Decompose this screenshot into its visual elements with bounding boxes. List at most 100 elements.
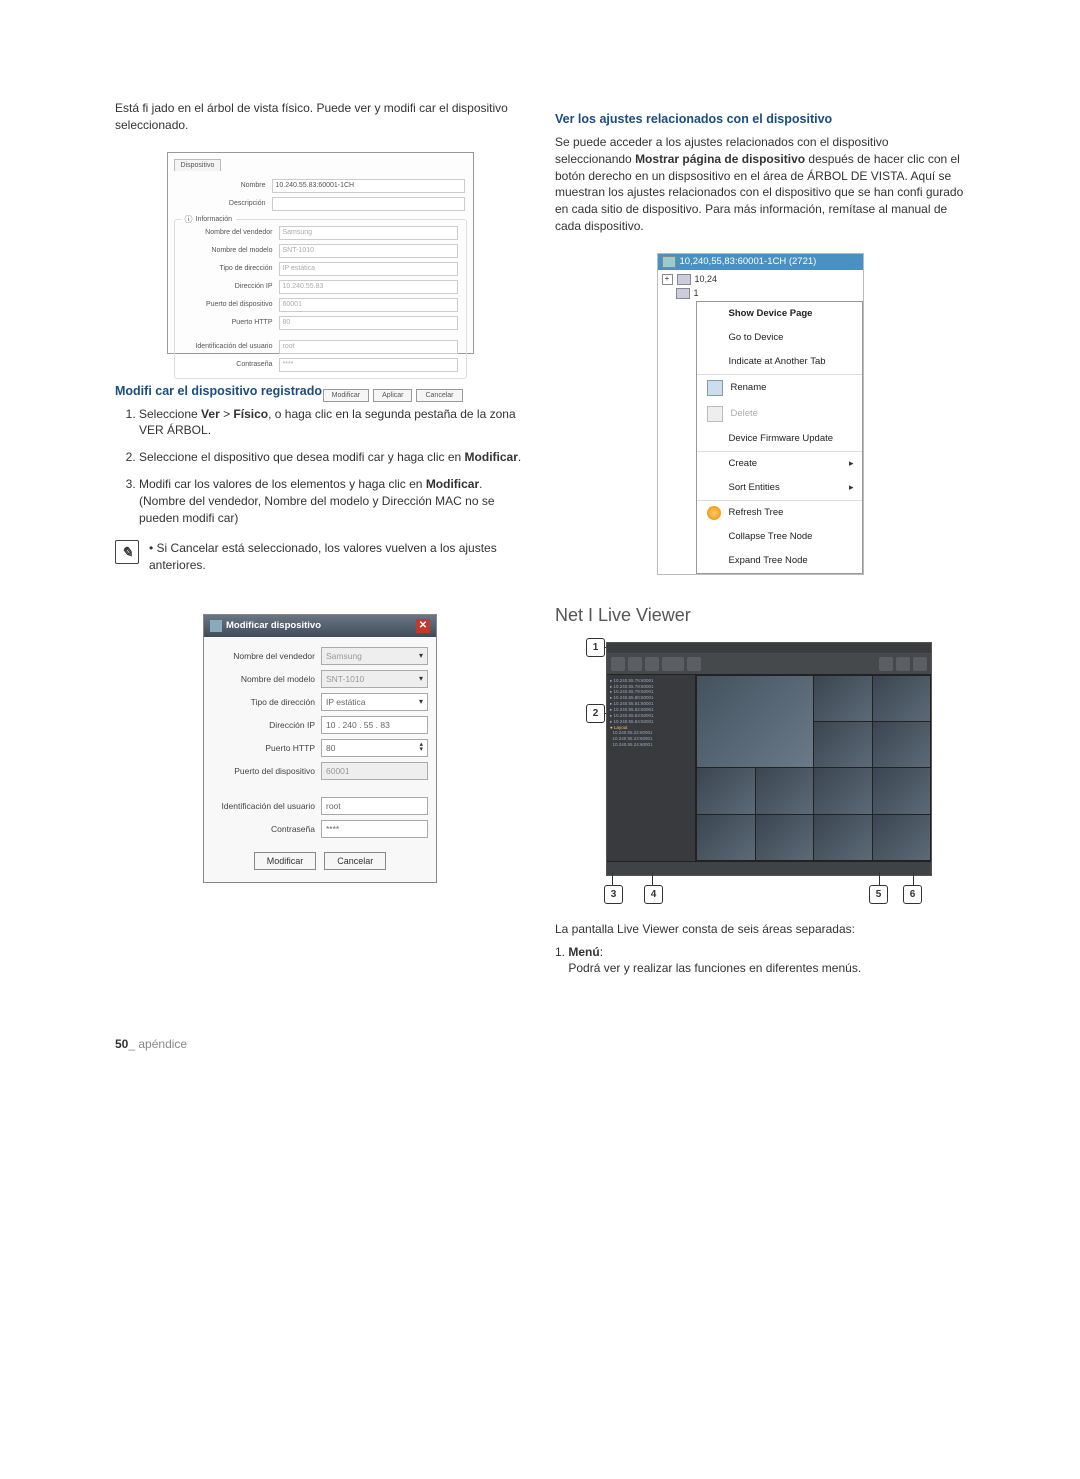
menu-show-device-page[interactable]: Show Device Page <box>697 302 862 326</box>
model-label: Nombre del modelo <box>183 247 279 254</box>
video-cell[interactable] <box>814 722 872 767</box>
d-model-field: SNT-1010▾ <box>321 670 428 688</box>
step3-modificar: Modificar <box>426 477 479 491</box>
spinner-icon[interactable]: ▴▾ <box>419 743 423 753</box>
toolbar-button[interactable] <box>611 657 625 671</box>
step3-a: Modifi car los valores de los elementos … <box>139 477 426 491</box>
menu-rename[interactable]: Rename <box>697 375 862 401</box>
model-field: SNT-1010 <box>279 244 458 258</box>
d-http-label: Puerto HTTP <box>212 743 321 753</box>
step1-ver: Ver <box>201 407 220 421</box>
addrtype-field: IP estática <box>279 262 458 276</box>
view-settings-text: Se puede acceder a los ajustes relaciona… <box>555 134 965 235</box>
callout-1: 1 <box>586 638 605 657</box>
video-cell[interactable] <box>697 815 755 860</box>
apply-button[interactable]: Aplicar <box>373 389 412 402</box>
modify-heading: Modifi car el dispositivo registrado <box>115 384 525 398</box>
dialog-modify-button[interactable]: Modificar <box>254 852 317 870</box>
dialog-cancel-button[interactable]: Cancelar <box>324 852 386 870</box>
step1-fisico: Físico <box>233 407 268 421</box>
devport-label: Puerto del dispositivo <box>183 301 279 308</box>
d-ip-field[interactable]: 10 . 240 . 55 . 83 <box>321 716 428 734</box>
d-ip-label: Dirección IP <box>212 720 321 730</box>
http-label: Puerto HTTP <box>183 319 279 326</box>
pass-field: **** <box>279 358 458 372</box>
d-pass-field[interactable]: **** <box>321 820 428 838</box>
lv-caption: La pantalla Live Viewer consta de seis á… <box>555 921 965 938</box>
tree-node[interactable]: +10,24 <box>662 274 859 285</box>
tree-title: 10,240,55,83:60001-1CH (2721) <box>680 256 817 267</box>
toolbar-button[interactable] <box>628 657 642 671</box>
intro-text: Está fi jado en el árbol de vista físico… <box>115 100 525 134</box>
menu-go-to-device[interactable]: Go to Device <box>697 326 862 350</box>
menu-label: Menú <box>568 945 599 959</box>
chevron-down-icon[interactable]: ▾ <box>419 694 423 710</box>
toolbar-button[interactable] <box>879 657 893 671</box>
menu-sort-entities[interactable]: Sort Entities <box>697 476 862 500</box>
video-cell[interactable] <box>814 815 872 860</box>
info-section-label: Información <box>181 214 237 225</box>
step1-sep: > <box>220 407 234 421</box>
close-icon[interactable]: ✕ <box>416 619 430 633</box>
note-icon: ✎ <box>115 540 139 564</box>
lv-device-tree[interactable]: ▸ 10.240.55.76:60001 ▸ 10.240.55.78:6000… <box>607 675 696 861</box>
d-devport-label: Puerto del dispositivo <box>212 766 321 776</box>
video-cell[interactable] <box>756 768 814 813</box>
desc-label: Descripción <box>176 200 272 207</box>
d-vendor-label: Nombre del vendedor <box>212 651 321 661</box>
menu-indicate-tab[interactable]: Indicate at Another Tab <box>697 350 862 374</box>
menu-firmware-update[interactable]: Device Firmware Update <box>697 427 862 451</box>
toolbar-button[interactable] <box>896 657 910 671</box>
user-label: Identificación del usuario <box>183 343 279 350</box>
menu-collapse-tree[interactable]: Collapse Tree Node <box>697 525 862 549</box>
ip-label: Dirección IP <box>183 283 279 290</box>
d-http-field[interactable]: 80▴▾ <box>321 739 428 757</box>
devport-field: 60001 <box>279 298 458 312</box>
vendor-label: Nombre del vendedor <box>183 229 279 236</box>
video-cell[interactable] <box>697 676 813 768</box>
d-addrtype-field[interactable]: IP estática▾ <box>321 693 428 711</box>
desc-field[interactable] <box>272 197 465 211</box>
note-text: Si Cancelar está seleccionado, los valor… <box>149 540 525 574</box>
d-user-field[interactable]: root <box>321 797 428 815</box>
page-footer: 50_ apéndice <box>0 1037 1080 1111</box>
step2-c: . <box>518 450 521 464</box>
modify-dialog: Modificar dispositivo ✕ Nombre del vende… <box>203 614 437 883</box>
device-icon <box>662 256 676 268</box>
menu-description: Podrá ver y realizar las funciones en di… <box>568 961 861 975</box>
video-cell[interactable] <box>873 676 931 721</box>
video-cell[interactable] <box>873 815 931 860</box>
lv-bottom-bar[interactable] <box>607 861 931 876</box>
menu-expand-tree[interactable]: Expand Tree Node <box>697 549 862 573</box>
lv-menubar[interactable] <box>607 643 931 654</box>
lv-toolbar[interactable] <box>607 654 931 675</box>
delete-icon <box>707 406 723 422</box>
rename-icon <box>707 380 723 396</box>
context-menu: Show Device Page Go to Device Indicate a… <box>696 301 863 574</box>
ip-field: 10.240.55.83 <box>279 280 458 294</box>
video-cell[interactable] <box>873 722 931 767</box>
toolbar-button[interactable] <box>687 657 701 671</box>
d-addrtype-label: Tipo de dirección <box>212 697 321 707</box>
toolbar-button[interactable] <box>662 657 684 671</box>
toolbar-button[interactable] <box>645 657 659 671</box>
video-cell[interactable] <box>756 815 814 860</box>
video-cell[interactable] <box>814 676 872 721</box>
video-cell[interactable] <box>697 768 755 813</box>
dialog-title: Modificar dispositivo <box>226 620 321 631</box>
callout-5: 5 <box>869 885 888 904</box>
device-panel: Dispositivo Nombre 10.240.55.83:60001-1C… <box>167 152 474 354</box>
video-cell[interactable] <box>814 768 872 813</box>
menu-refresh-tree[interactable]: Refresh Tree <box>697 501 862 525</box>
menu-create[interactable]: Create <box>697 452 862 476</box>
cancel-button[interactable]: Cancelar <box>416 389 462 402</box>
toolbar-button[interactable] <box>913 657 927 671</box>
panel-tab[interactable]: Dispositivo <box>174 159 222 171</box>
view-settings-heading: Ver los ajustes relacionados con el disp… <box>555 112 965 126</box>
name-field[interactable]: 10.240.55.83:60001-1CH <box>272 179 465 193</box>
lv-video-grid[interactable] <box>696 675 931 861</box>
modify-button[interactable]: Modificar <box>323 389 369 402</box>
tree-node[interactable]: 1 <box>662 288 859 299</box>
d-model-label: Nombre del modelo <box>212 674 321 684</box>
video-cell[interactable] <box>873 768 931 813</box>
